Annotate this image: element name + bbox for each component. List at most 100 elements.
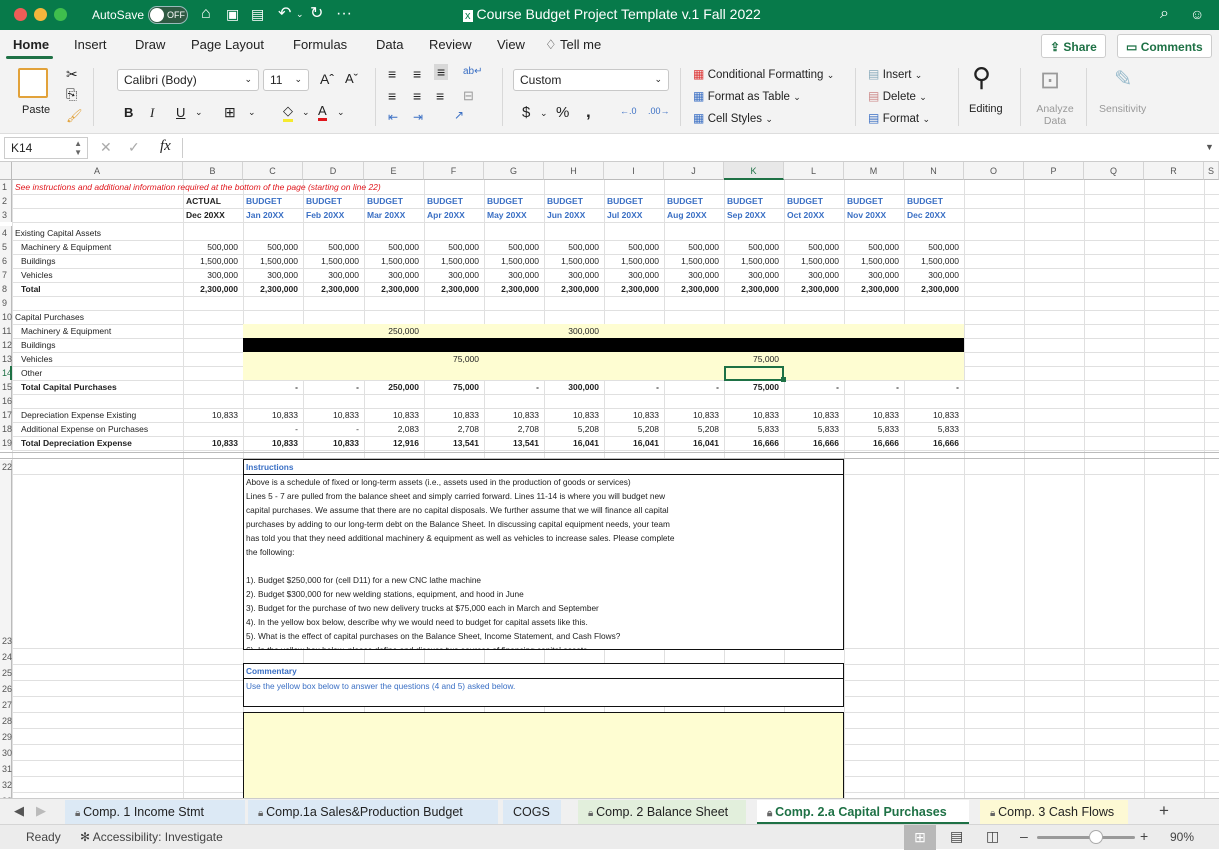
data-cell[interactable]: 16,666 bbox=[904, 436, 962, 450]
analyze-data-button[interactable]: Analyze Data bbox=[1034, 103, 1076, 127]
tab-view[interactable]: View bbox=[497, 37, 525, 52]
data-cell[interactable]: 500,000 bbox=[243, 240, 301, 254]
data-cell[interactable]: 2,300,000 bbox=[303, 282, 362, 296]
minimize-window-button[interactable] bbox=[34, 8, 47, 21]
percent-button[interactable]: % bbox=[556, 104, 569, 121]
wrap-text-icon[interactable]: ab↵ bbox=[463, 66, 483, 77]
data-cell[interactable]: 16,041 bbox=[604, 436, 662, 450]
align-center-icon[interactable]: ≡ bbox=[413, 88, 421, 104]
row-header-16[interactable]: 16 bbox=[0, 394, 12, 408]
data-cell[interactable]: 10,833 bbox=[604, 408, 662, 422]
data-cell[interactable]: 10,833 bbox=[183, 436, 241, 450]
row-header-28[interactable]: 28 bbox=[0, 712, 12, 728]
data-cell[interactable]: 10,833 bbox=[364, 408, 422, 422]
redo-icon[interactable]: ↻ bbox=[310, 5, 323, 23]
data-cell[interactable]: 13,541 bbox=[424, 436, 482, 450]
data-cell[interactable]: - bbox=[784, 380, 842, 394]
data-cell[interactable]: 1,500,000 bbox=[844, 254, 902, 268]
row-header-15[interactable]: 15 bbox=[0, 380, 12, 394]
expand-formula-bar-icon[interactable]: ▼ bbox=[1205, 142, 1214, 152]
data-cell[interactable]: 10,833 bbox=[303, 408, 362, 422]
row-header-4[interactable]: 4 bbox=[0, 226, 12, 240]
scroll-tabs-right-icon[interactable]: ▶ bbox=[36, 803, 46, 819]
data-cell[interactable]: - bbox=[604, 380, 662, 394]
tab-insert[interactable]: Insert bbox=[74, 37, 107, 52]
data-cell[interactable]: 2,300,000 bbox=[784, 282, 842, 296]
data-cell[interactable]: 500,000 bbox=[484, 240, 542, 254]
data-cell[interactable]: 500,000 bbox=[844, 240, 902, 254]
row-header-5[interactable]: 5 bbox=[0, 240, 12, 254]
font-color-dropdown-icon[interactable]: ⌄ bbox=[337, 107, 345, 118]
row-header-31[interactable]: 31 bbox=[0, 760, 12, 776]
data-cell[interactable]: 75,000 bbox=[424, 380, 482, 394]
more-icon[interactable]: ··· bbox=[336, 5, 352, 23]
row-header-32[interactable]: 32 bbox=[0, 776, 12, 792]
data-cell[interactable]: 10,833 bbox=[784, 408, 842, 422]
data-cell[interactable]: 1,500,000 bbox=[303, 254, 362, 268]
undo-dropdown-icon[interactable]: ⌄ bbox=[296, 5, 304, 23]
autosave-toggle[interactable]: OFF bbox=[148, 6, 188, 24]
data-cell[interactable]: 10,833 bbox=[664, 408, 722, 422]
sheet-tab[interactable]: 🔒︎ Comp. 2.a Capital Purchases bbox=[757, 800, 969, 824]
data-cell[interactable]: 10,833 bbox=[844, 408, 902, 422]
column-header-q[interactable]: Q bbox=[1084, 162, 1144, 180]
copy-icon[interactable]: ⎘ bbox=[66, 86, 77, 103]
row-header-13[interactable]: 13 bbox=[0, 352, 12, 366]
cell-styles-button[interactable]: ▦ Cell Styles ⌄ bbox=[693, 111, 773, 125]
align-middle-icon[interactable]: ≡ bbox=[413, 66, 421, 82]
save-icon[interactable]: ▣ bbox=[226, 5, 239, 23]
data-cell[interactable]: 300,000 bbox=[424, 268, 482, 282]
save-as-icon[interactable]: ▤ bbox=[251, 5, 264, 23]
data-cell[interactable]: 5,833 bbox=[844, 422, 902, 436]
cancel-edit-icon[interactable]: ✕ bbox=[100, 139, 112, 156]
data-cell[interactable]: 300,000 bbox=[844, 268, 902, 282]
row-header-30[interactable]: 30 bbox=[0, 744, 12, 760]
tab-review[interactable]: Review bbox=[429, 37, 472, 52]
align-top-icon[interactable]: ≡ bbox=[388, 66, 396, 82]
sheet-tab[interactable]: 🔒︎ Comp.1a Sales&Production Budget bbox=[248, 800, 498, 824]
data-cell[interactable]: 300,000 bbox=[183, 268, 241, 282]
data-cell[interactable]: 300,000 bbox=[604, 268, 662, 282]
add-sheet-button[interactable]: + bbox=[1159, 801, 1169, 821]
data-cell[interactable]: 2,300,000 bbox=[664, 282, 722, 296]
data-cell[interactable]: 500,000 bbox=[424, 240, 482, 254]
row-header-7[interactable]: 7 bbox=[0, 268, 12, 282]
data-cell[interactable]: 2,300,000 bbox=[604, 282, 662, 296]
insert-function-icon[interactable]: fx bbox=[160, 138, 171, 155]
orientation-icon[interactable]: ↗ bbox=[454, 108, 464, 122]
row-header-12[interactable]: 12 bbox=[0, 338, 12, 352]
zoom-in-button[interactable]: + bbox=[1140, 828, 1148, 844]
name-box-stepper-icon[interactable]: ▲ ▼ bbox=[74, 139, 82, 157]
decrease-decimal-icon[interactable]: .00→ bbox=[648, 106, 670, 116]
data-cell[interactable]: 300,000 bbox=[544, 380, 602, 394]
column-header-s[interactable]: S bbox=[1204, 162, 1219, 180]
data-cell[interactable]: 300,000 bbox=[784, 268, 842, 282]
spreadsheet-grid[interactable]: A B C D E F G H I J K L M N O P Q R S 1 2 3 See instructions a… bbox=[0, 162, 1219, 798]
data-cell[interactable]: 12,916 bbox=[364, 436, 422, 450]
data-cell[interactable]: - bbox=[664, 380, 722, 394]
paste-icon[interactable] bbox=[18, 68, 48, 98]
data-cell[interactable]: 300,000 bbox=[724, 268, 782, 282]
home-icon[interactable]: ⌂ bbox=[201, 5, 211, 23]
column-header-n[interactable]: N bbox=[904, 162, 964, 180]
tab-formulas[interactable]: Formulas bbox=[293, 37, 347, 52]
italic-button[interactable]: I bbox=[150, 105, 154, 121]
data-cell[interactable]: 500,000 bbox=[544, 240, 602, 254]
data-cell[interactable]: 5,833 bbox=[904, 422, 962, 436]
data-cell[interactable]: 10,833 bbox=[183, 408, 241, 422]
decrease-font-icon[interactable]: Aˇ bbox=[345, 71, 358, 86]
zoom-slider-track[interactable] bbox=[1037, 836, 1135, 839]
borders-icon[interactable]: ⊞ bbox=[224, 104, 236, 121]
align-bottom-icon[interactable]: ≡ bbox=[434, 64, 449, 80]
row-header-29[interactable]: 29 bbox=[0, 728, 12, 744]
close-window-button[interactable] bbox=[14, 8, 27, 21]
data-cell[interactable]: - bbox=[303, 422, 362, 436]
share-button[interactable]: ⇪ Share bbox=[1041, 34, 1106, 58]
column-header-l[interactable]: L bbox=[784, 162, 844, 180]
data-cell[interactable]: 300,000 bbox=[544, 268, 602, 282]
row-header-19[interactable]: 19 bbox=[0, 436, 12, 450]
data-cell[interactable]: 500,000 bbox=[784, 240, 842, 254]
align-left-icon[interactable]: ≡ bbox=[388, 88, 396, 104]
row-header-1[interactable]: 1 bbox=[0, 180, 12, 194]
column-header-i[interactable]: I bbox=[604, 162, 664, 180]
